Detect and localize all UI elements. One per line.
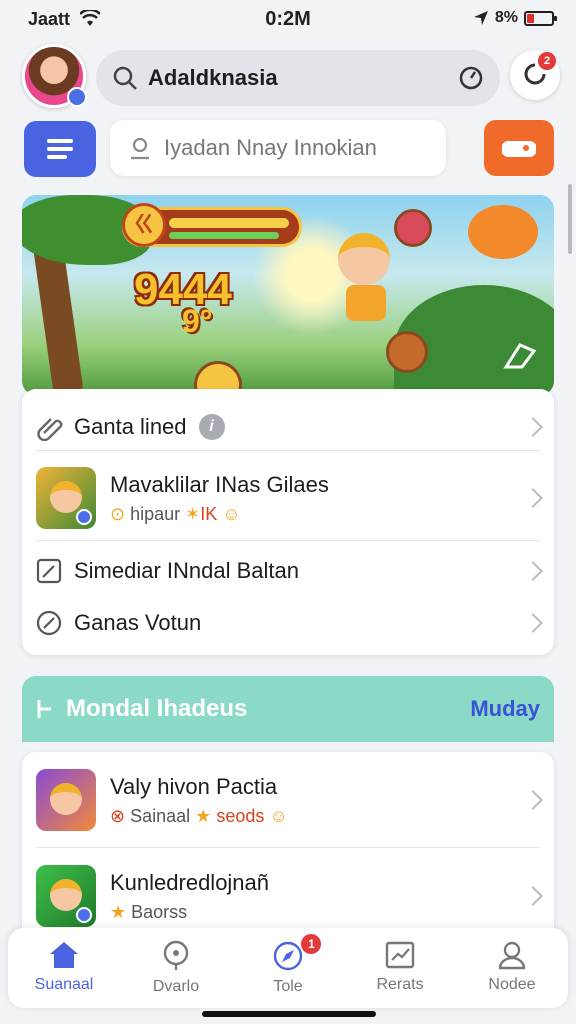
chevron-right-icon xyxy=(523,561,543,581)
chevron-right-icon xyxy=(523,417,543,437)
list-item[interactable]: Valy hivon Pactia ⊗ Sainaal ★ seods ☺ xyxy=(22,760,554,840)
battery-percent: 8% xyxy=(494,9,518,26)
subtitle-accent: IK xyxy=(200,503,218,524)
list-item-title: Kunledredlojnañ xyxy=(110,869,270,895)
list-item[interactable]: Ganta lined i xyxy=(22,397,554,457)
subtitle-accent: seods xyxy=(216,805,265,826)
avatar[interactable] xyxy=(22,44,87,108)
timer-icon: ⊙ xyxy=(110,503,126,524)
banner-score-sub: 9° xyxy=(182,303,213,339)
chevron-right-icon xyxy=(523,790,543,810)
list-item-subtitle: ⊗ Sainaal ★ seods ☺ xyxy=(110,806,288,827)
tab-label: Nodee xyxy=(488,976,536,993)
menu-button[interactable] xyxy=(24,121,96,177)
paperclip-icon xyxy=(37,418,63,441)
list-item[interactable]: Ganas Votun xyxy=(22,597,554,649)
list-item[interactable]: Kunledredlojnañ ★ Baorss xyxy=(22,856,554,936)
star-icon: ✶ xyxy=(185,503,201,524)
coin-icon: ㄍ xyxy=(122,203,166,247)
tab-profile[interactable]: Nodee xyxy=(456,928,568,1008)
edit-box-icon xyxy=(36,558,62,584)
game-thumbnail xyxy=(36,467,96,529)
scrollbar[interactable] xyxy=(568,184,572,254)
location-icon xyxy=(163,940,189,970)
game-list-card: Valy hivon Pactia ⊗ Sainaal ★ seods ☺ Ku… xyxy=(22,752,554,942)
home-icon xyxy=(50,942,78,968)
secondary-search-placeholder: Iyadan Nnay Innokian xyxy=(164,135,377,160)
list-item-title: Simediar INndal Baltan xyxy=(74,558,300,583)
dragon-character xyxy=(468,205,538,259)
game-thumbnail xyxy=(36,769,96,831)
tab-label: Tole xyxy=(273,978,303,995)
tab-explore[interactable]: Dvarlo xyxy=(120,928,232,1008)
location-arrow-icon xyxy=(473,11,488,25)
chart-icon xyxy=(385,941,415,969)
list-item-title: Ganas Votun xyxy=(74,610,202,635)
orb-icon xyxy=(386,331,428,373)
section-title: Mondal Ihadeus xyxy=(66,695,248,722)
subtitle-text: hipaur xyxy=(130,503,181,524)
list-item-subtitle: ⊙ hipaur ✶IK ☺ xyxy=(110,504,329,525)
list-icon xyxy=(47,139,73,159)
info-icon[interactable]: i xyxy=(198,414,225,440)
smile-icon: ☺ xyxy=(269,805,288,826)
tab-stats[interactable]: Rerats xyxy=(344,928,456,1008)
refresh-icon[interactable] xyxy=(458,65,484,91)
gift-icon: ⊗ xyxy=(110,805,126,826)
chevron-right-icon xyxy=(523,488,543,508)
list-item-title: Valy hivon Pactia xyxy=(110,773,278,799)
home-indicator xyxy=(202,1011,376,1017)
list-item-subtitle: ★ Baorss xyxy=(110,902,269,923)
star-icon: ★ xyxy=(110,901,127,922)
status-bar: Jaatt 0:2M 8% xyxy=(0,0,576,40)
tag-icon xyxy=(36,610,62,636)
gamepad-icon xyxy=(502,140,536,157)
avatar-badge xyxy=(67,87,87,107)
smile-icon: ☺ xyxy=(222,503,241,524)
list-item-title: Ganta lined xyxy=(74,414,187,439)
secondary-search-field[interactable]: Iyadan Nnay Innokian xyxy=(110,120,446,176)
chevron-right-icon xyxy=(523,613,543,633)
notification-count: 2 xyxy=(538,52,556,70)
share-icon[interactable] xyxy=(500,337,540,373)
search-icon xyxy=(113,66,137,90)
list-item[interactable]: Simediar INndal Baltan xyxy=(22,545,554,597)
search-bar[interactable]: Adaldknasia xyxy=(96,50,500,106)
tab-home[interactable]: Suanaal xyxy=(8,928,120,1008)
tab-bar: Suanaal Dvarlo 1 Tole Rerats Nodee xyxy=(8,928,568,1008)
person-search-icon xyxy=(131,137,149,160)
section-link[interactable]: Muday xyxy=(470,696,540,722)
orb-icon xyxy=(394,209,432,247)
game-thumbnail xyxy=(36,865,96,927)
tab-label: Rerats xyxy=(376,976,424,993)
list-item[interactable]: Mavaklilar INas Gilaes ⊙ hipaur ✶IK ☺ xyxy=(22,455,554,541)
subtitle-text: Baorss xyxy=(131,901,188,922)
tab-tools[interactable]: 1 Tole xyxy=(232,928,344,1008)
tab-badge: 1 xyxy=(301,934,322,954)
star-icon: ★ xyxy=(195,805,212,826)
tab-label: Dvarlo xyxy=(152,978,200,995)
notifications-button[interactable]: 2 xyxy=(510,50,560,100)
subtitle-text: Sainaal xyxy=(130,805,191,826)
profile-icon xyxy=(498,941,526,970)
section-header: Mondal Ihadeus Muday xyxy=(22,676,554,742)
chevron-right-icon xyxy=(523,886,543,906)
bookmark-icon xyxy=(37,700,51,718)
game-list-card: Ganta lined i Mavaklilar INas Gilaes ⊙ h… xyxy=(22,389,554,655)
featured-game-banner[interactable]: ㄍ 9444 9° xyxy=(22,195,554,395)
compass-icon xyxy=(273,941,303,971)
battery-icon xyxy=(524,10,557,26)
search-label: Adaldknasia xyxy=(148,65,278,90)
tab-label: Suanaal xyxy=(34,976,94,993)
game-action-button[interactable] xyxy=(484,120,554,176)
list-item-title: Mavaklilar INas Gilaes xyxy=(110,471,329,497)
